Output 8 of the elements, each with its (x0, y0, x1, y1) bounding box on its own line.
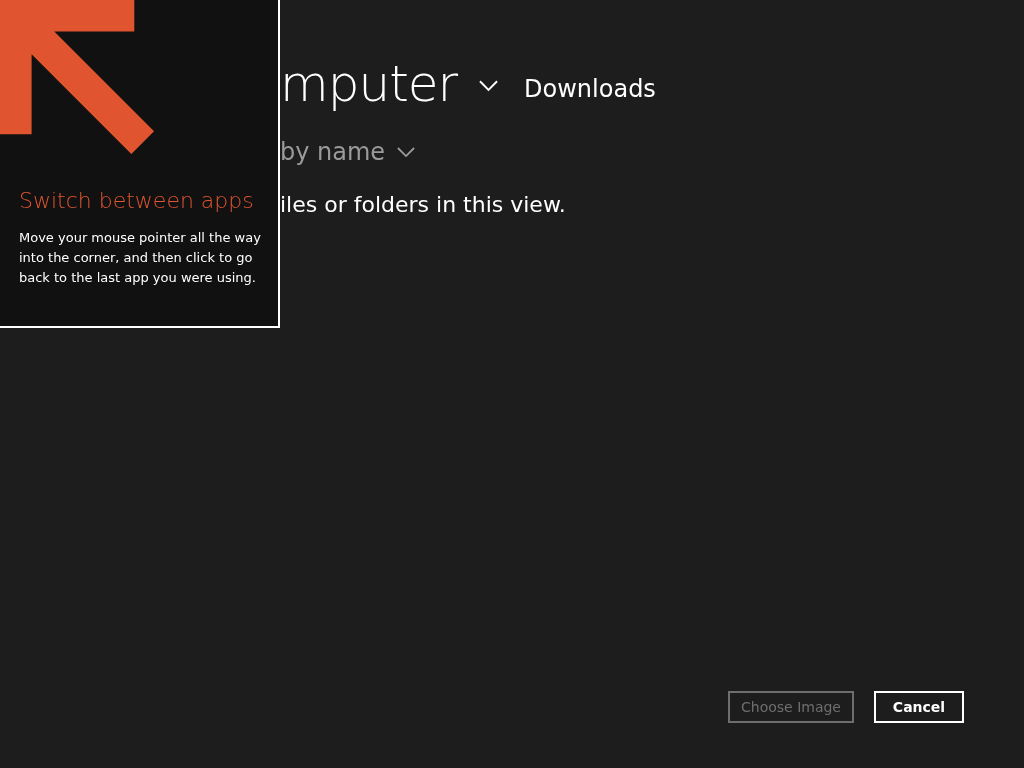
chevron-down-icon[interactable] (397, 146, 416, 158)
location-title: mputer (280, 59, 458, 109)
sort-label[interactable]: by name (280, 138, 386, 166)
folder-name[interactable]: Downloads (524, 65, 656, 103)
empty-message: iles or folders in this view. (280, 192, 567, 217)
cancel-button[interactable]: Cancel (874, 691, 964, 723)
tip-title: Switch between apps (19, 188, 254, 213)
tip-text: Move your mouse pointer all the way into the corner, and then click to go back to the last app you were using. (19, 229, 262, 287)
